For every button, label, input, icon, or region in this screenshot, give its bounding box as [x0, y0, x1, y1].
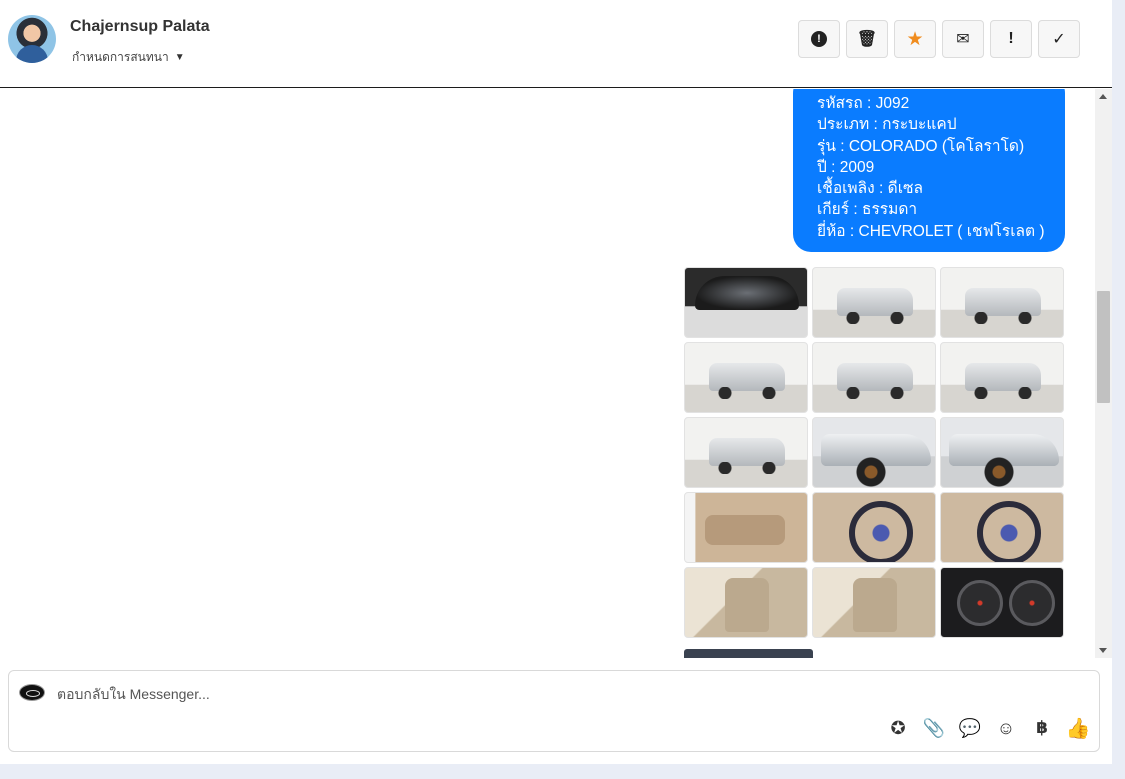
reply-composer: ✪ 📎 💬 ☺ ฿ 👍 — [8, 670, 1100, 752]
scroll-thumb[interactable] — [1097, 291, 1110, 403]
car-photo-truck[interactable] — [684, 417, 808, 488]
check-icon: ✓ — [1052, 31, 1066, 48]
message-line: ประเภท : กระบะแคป — [817, 116, 957, 134]
caret-down-icon: ▼ — [174, 52, 185, 63]
scroll-up-arrow-icon[interactable] — [1099, 94, 1107, 99]
like-button[interactable]: 👍 — [1065, 717, 1091, 740]
paperclip-icon: 📎 — [922, 717, 946, 738]
car-photo-truck[interactable] — [812, 342, 936, 413]
document-preview[interactable] — [684, 649, 813, 658]
conversation-header: Chajernsup Palata กำหนดการสนทนา ▼ ! 🗑 ★ ✉! ✓ — [0, 0, 1112, 88]
contact-name[interactable]: Chajernsup Palata — [70, 18, 210, 36]
page-avatar — [19, 684, 45, 701]
baht-icon: ฿ — [1036, 718, 1048, 737]
car-photo-side[interactable] — [812, 417, 936, 488]
car-photo-wheel[interactable] — [940, 492, 1064, 563]
quick-reply-button[interactable]: 💬 — [957, 717, 983, 739]
chat-dots-icon: 💬 — [958, 717, 982, 738]
car-photo-side[interactable] — [940, 417, 1064, 488]
message-line: ยี่ห้อ : CHEVROLET ( เชฟโรเลต ) — [817, 222, 1045, 240]
reply-tools: ✪ 📎 💬 ☺ ฿ 👍 — [885, 717, 1091, 740]
conversation-toolbar: ! 🗑 ★ ✉! ✓ — [798, 20, 1080, 58]
conversation-status-label: กำหนดการสนทนา — [72, 50, 169, 64]
message-thread: รหัสรถ : J092 ประเภท : กระบะแคปรุ่น : COL… — [0, 89, 1112, 658]
scroll-down-arrow-icon[interactable] — [1099, 648, 1107, 653]
star-button[interactable]: ★ — [894, 20, 936, 58]
flag-button[interactable]: ! — [990, 20, 1032, 58]
message-line: ปี : 2009 — [817, 158, 875, 176]
payment-button[interactable]: ฿ — [1029, 717, 1055, 739]
message-line: รุ่น : COLORADO (โคโลราโด) — [817, 137, 1025, 155]
car-photo-seat[interactable] — [812, 567, 936, 638]
car-photo-truck[interactable] — [684, 342, 808, 413]
car-photo-wheel[interactable] — [812, 492, 936, 563]
car-photo-engine[interactable] — [684, 267, 808, 338]
smiley-icon: ☺ — [996, 717, 1016, 738]
message-line: เชื้อเพลิง : ดีเซล — [817, 180, 924, 198]
mark-done-button[interactable]: ✓ — [1038, 20, 1080, 58]
car-photo-door[interactable] — [684, 492, 808, 563]
car-photo-gauge[interactable] — [940, 567, 1064, 638]
alert-circle-icon: ! — [811, 31, 827, 47]
star-icon: ★ — [906, 28, 924, 50]
saved-reply-button[interactable]: ✪ — [885, 717, 911, 739]
report-button[interactable]: ! — [798, 20, 840, 58]
messenger-app: Chajernsup Palata กำหนดการสนทนา ▼ ! 🗑 ★ ✉! ✓… — [0, 0, 1112, 764]
reply-input[interactable] — [57, 685, 757, 703]
exclamation-icon: ! — [1008, 30, 1014, 47]
message-line: เกียร์ : ธรรมดา — [817, 201, 918, 219]
mark-unread-button[interactable]: ✉ — [942, 20, 984, 58]
trash-icon: 🗑 — [856, 31, 878, 48]
envelope-icon: ✉ — [956, 31, 970, 48]
car-photo-truck[interactable] — [940, 342, 1064, 413]
emoji-button[interactable]: ☺ — [993, 717, 1019, 739]
message-line: รหัสรถ : J092 — [817, 95, 910, 112]
chat-star-icon: ✪ — [890, 717, 906, 738]
delete-button[interactable]: 🗑 — [846, 20, 888, 58]
car-photo-truck[interactable] — [812, 267, 936, 338]
car-photo-seat[interactable] — [684, 567, 808, 638]
photo-gallery — [684, 267, 1064, 638]
thread-scrollbar[interactable] — [1095, 89, 1112, 658]
conversation-status-dropdown[interactable]: กำหนดการสนทนา ▼ — [72, 48, 185, 67]
car-photo-truck[interactable] — [940, 267, 1064, 338]
attach-button[interactable]: 📎 — [921, 717, 947, 739]
thumbs-up-icon: 👍 — [1065, 717, 1091, 740]
contact-avatar[interactable] — [8, 15, 56, 63]
message-bubble[interactable]: รหัสรถ : J092 ประเภท : กระบะแคปรุ่น : COL… — [793, 89, 1065, 252]
